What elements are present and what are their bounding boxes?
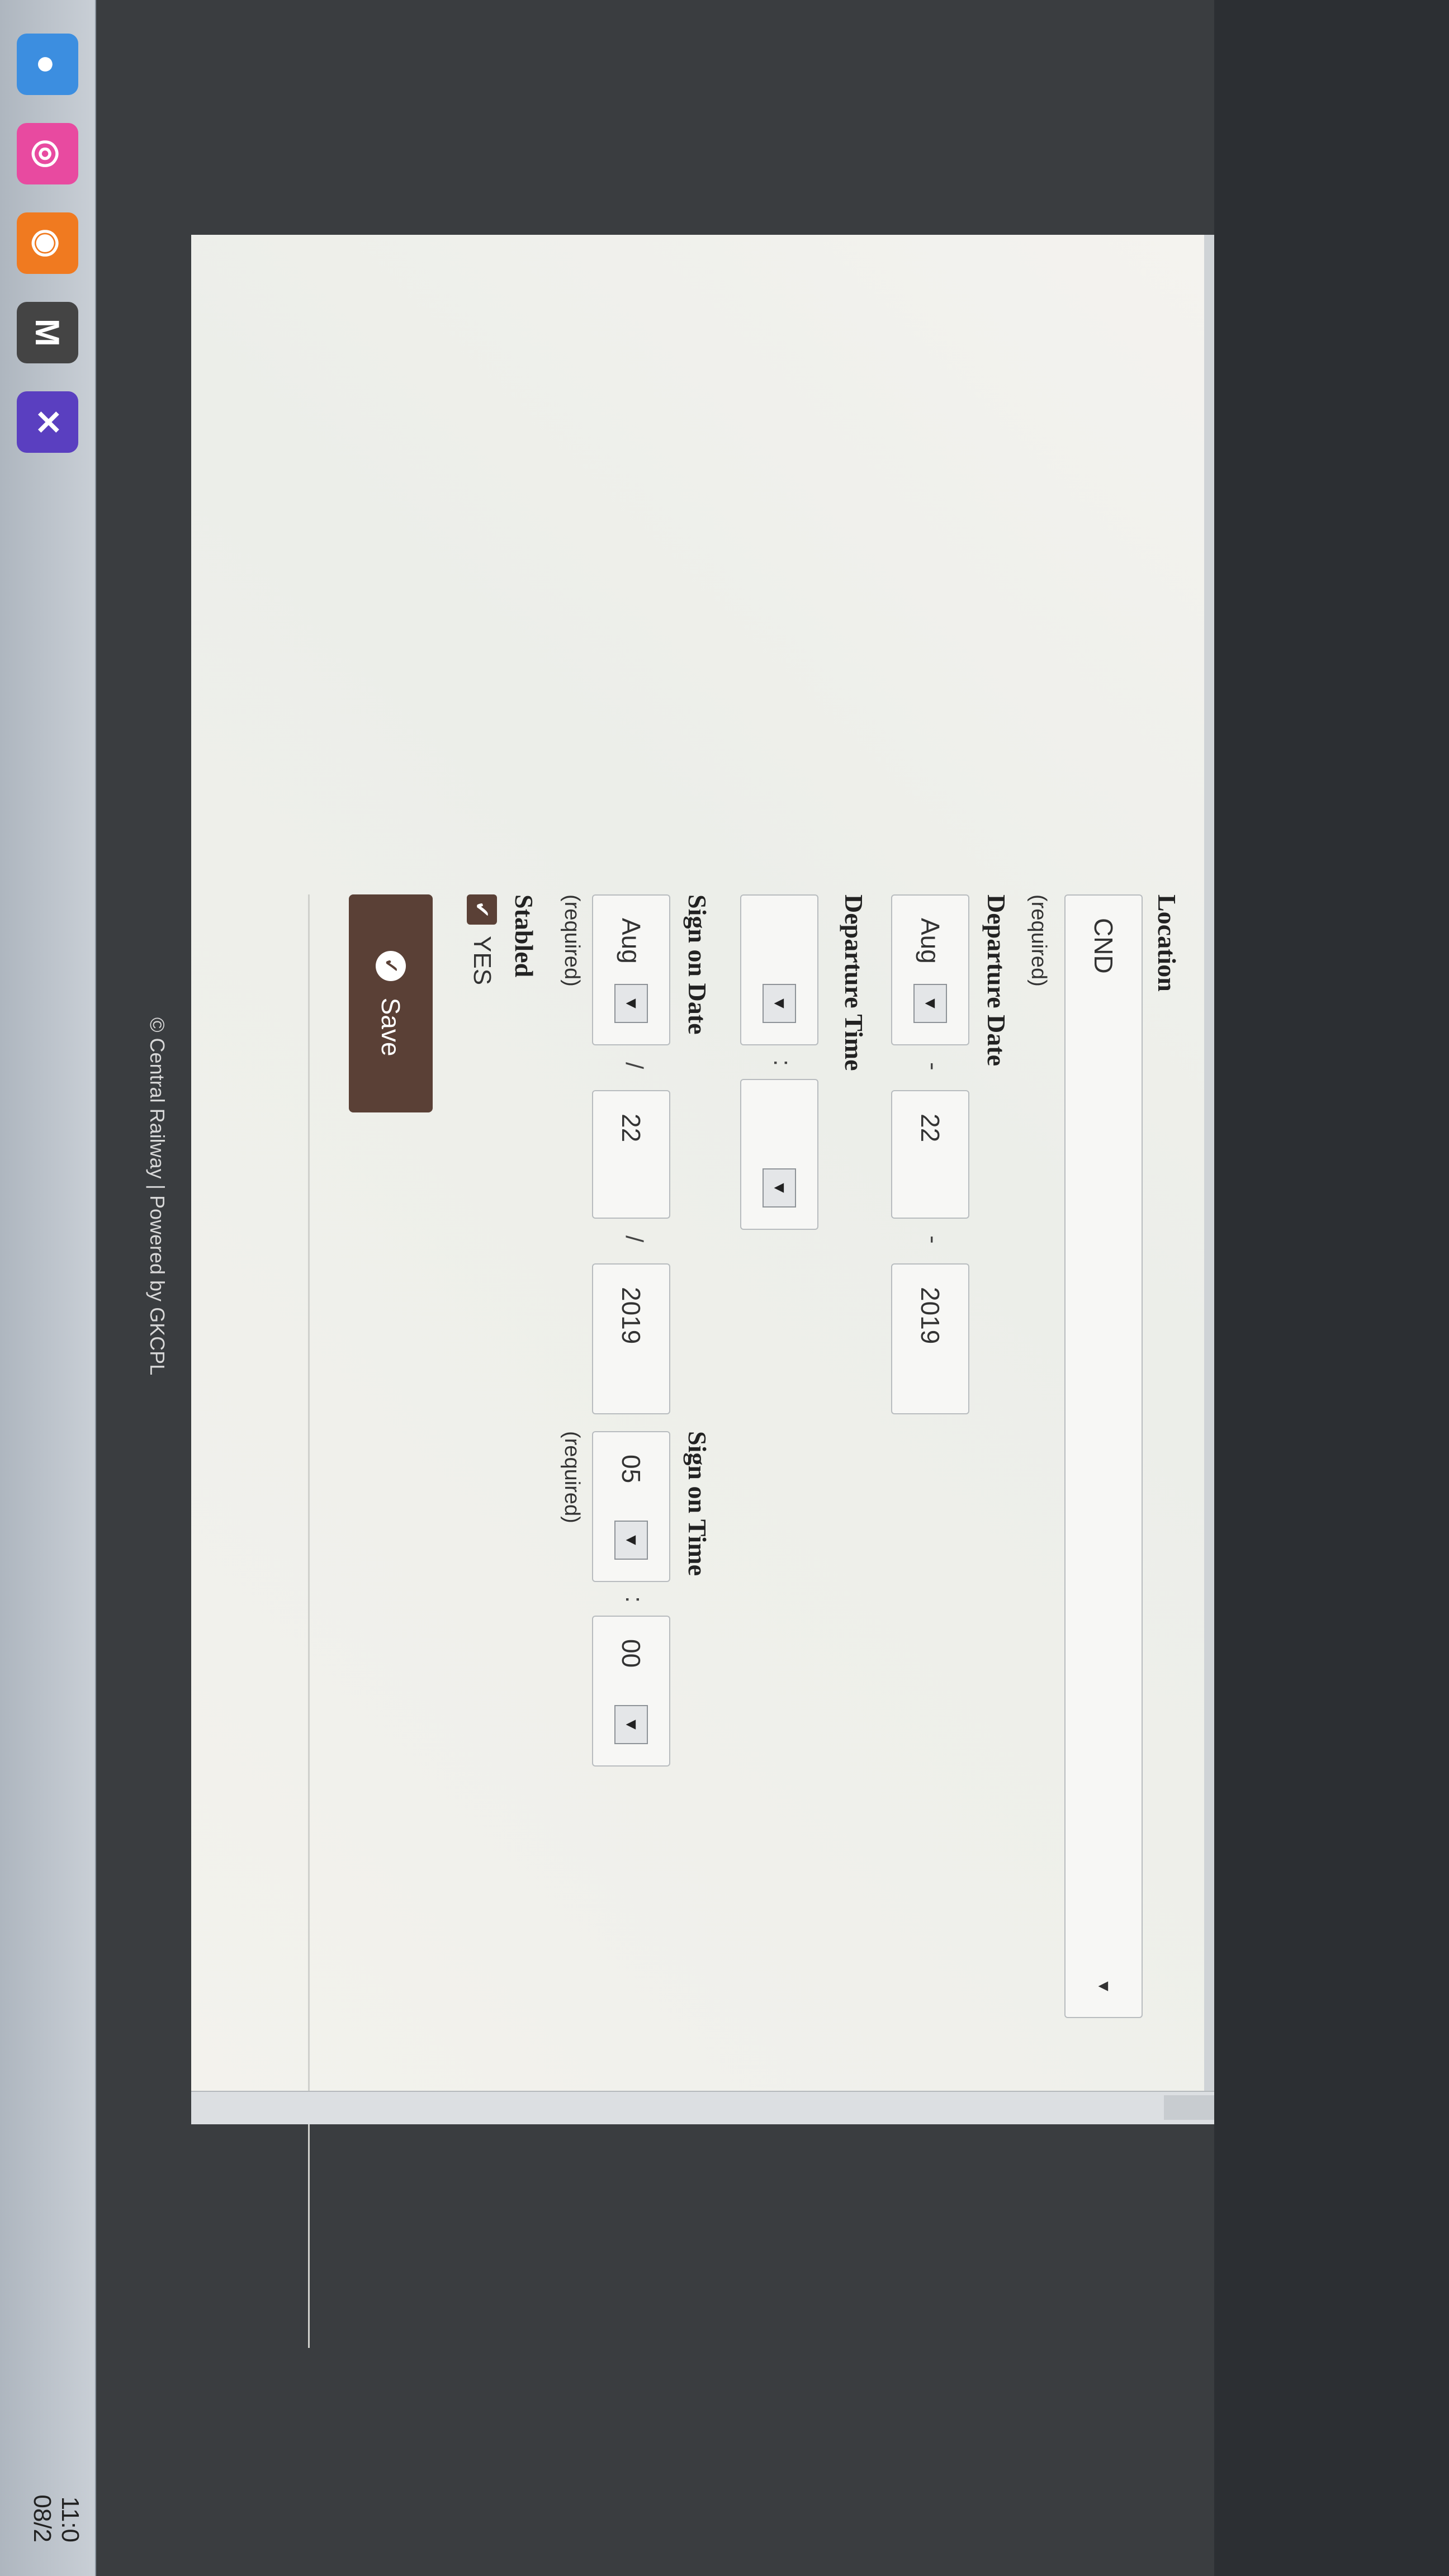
departure-day-field[interactable]: 22 — [891, 1090, 969, 1219]
slash-separator: / — [621, 1235, 648, 1243]
sign-on-year-value: 2019 — [617, 1287, 646, 1344]
save-button[interactable]: ✓ Save — [349, 894, 433, 1112]
footer-text: © Central Railway | Powered by GKCPL — [146, 1017, 169, 1376]
browser-window: Location CND ▼ (required) Departure Date… — [191, 235, 1214, 2348]
sign-on-day-field[interactable]: 22 — [592, 1090, 670, 1219]
window-top-edge — [1204, 235, 1214, 2096]
departure-year-field[interactable]: 2019 — [891, 1263, 969, 1414]
firefox-icon[interactable]: ◉ — [17, 212, 78, 274]
departure-month-value: Aug — [916, 918, 945, 964]
vertical-scrollbar[interactable] — [191, 2091, 1214, 2124]
monitor-bezel-top — [1214, 0, 1449, 2576]
stabled-option-label: YES — [468, 936, 496, 986]
chevron-down-icon[interactable]: ▼ — [614, 1521, 648, 1560]
app-icon[interactable]: ◎ — [17, 123, 78, 184]
sign-on-date-required-hint: (required) — [560, 894, 584, 987]
desktop-screen: Location CND ▼ (required) Departure Date… — [0, 0, 1449, 2576]
clock-date: 08/2 — [29, 2494, 56, 2542]
chevron-down-icon: ▼ — [1095, 1978, 1113, 1995]
save-button-label: Save — [376, 997, 405, 1057]
departure-day-value: 22 — [916, 1114, 945, 1143]
date-separator: - — [920, 1235, 947, 1244]
time-separator: : — [769, 1059, 796, 1067]
slash-separator: / — [621, 1062, 648, 1069]
departure-time-label: Departure Time — [840, 894, 868, 1071]
date-separator: - — [920, 1062, 947, 1071]
sign-on-date-label: Sign on Date — [683, 894, 712, 1035]
check-icon: ✓ — [376, 950, 406, 981]
stabled-option[interactable]: ✔ YES — [467, 894, 497, 985]
sign-on-time-label: Sign on Time — [683, 1431, 712, 1576]
clock-time: 11:0 — [56, 2496, 84, 2542]
sign-on-day-value: 22 — [617, 1114, 646, 1143]
chevron-down-icon[interactable]: ▼ — [763, 984, 796, 1023]
location-select[interactable]: CND ▼ — [1064, 894, 1143, 2018]
app-x-icon[interactable]: ✕ — [17, 391, 78, 453]
sign-on-minute-value: 00 — [617, 1639, 646, 1668]
departure-year-value: 2019 — [916, 1287, 945, 1344]
system-tray[interactable]: 11:0 08/2 — [28, 2494, 84, 2542]
sign-on-month-value: Aug — [617, 918, 646, 964]
location-value: CND — [1089, 918, 1118, 974]
checkbox-checked-icon[interactable]: ✔ — [467, 894, 497, 925]
taskbar: ● ◎ ◉ M ✕ 11:0 08/2 — [0, 0, 96, 2576]
departure-date-label: Departure Date — [982, 894, 1011, 1066]
chevron-down-icon[interactable]: ▼ — [913, 984, 947, 1023]
chevron-down-icon[interactable]: ▼ — [614, 984, 648, 1023]
divider — [308, 894, 310, 2348]
sign-on-hour-value: 05 — [617, 1455, 646, 1484]
chevron-down-icon[interactable]: ▼ — [763, 1168, 796, 1208]
chevron-down-icon[interactable]: ▼ — [614, 1705, 648, 1744]
chrome-icon[interactable]: ● — [17, 34, 78, 95]
scroll-arrow-icon[interactable] — [1164, 2095, 1214, 2120]
time-separator: : — [621, 1596, 648, 1603]
stabled-label: Stabled — [510, 894, 538, 978]
form-page: Location CND ▼ (required) Departure Date… — [191, 235, 1204, 2348]
location-label: Location — [1153, 894, 1181, 992]
sign-on-year-field[interactable]: 2019 — [592, 1263, 670, 1414]
location-required-hint: (required) — [1027, 894, 1050, 987]
sign-on-time-required-hint: (required) — [560, 1431, 584, 1523]
app-m-icon[interactable]: M — [17, 302, 78, 363]
